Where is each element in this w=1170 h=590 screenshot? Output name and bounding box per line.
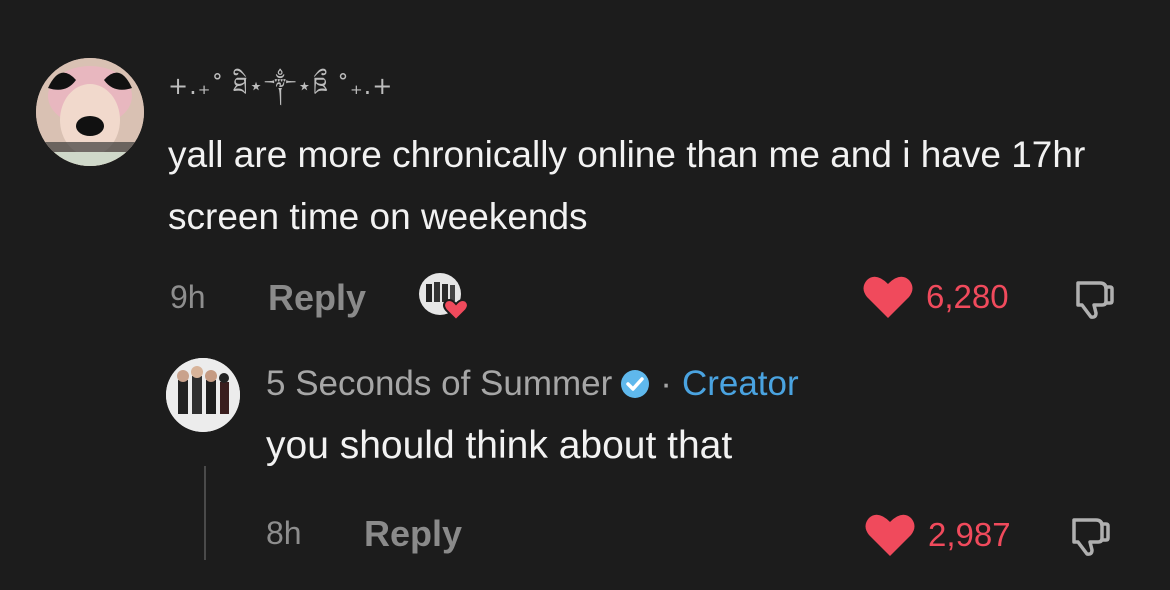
thumbs-down-icon <box>1076 281 1114 319</box>
reply-like-button[interactable]: 2,987 <box>864 512 1011 558</box>
heart-icon <box>443 299 469 322</box>
like-count: 6,280 <box>926 278 1009 315</box>
reply-header: 5 Seconds of Summer · Creator <box>266 364 799 404</box>
creator-username[interactable]: 5 Seconds of Summer <box>266 364 612 404</box>
like-button[interactable]: 6,280 <box>862 274 1009 320</box>
reply-button[interactable]: Reply <box>268 277 366 319</box>
separator-dot: · <box>660 364 672 403</box>
comment-timestamp: 9h <box>170 279 206 315</box>
creator-avatar-small-icon <box>419 273 469 322</box>
reply-reply-button[interactable]: Reply <box>364 513 462 555</box>
heart-icon <box>865 514 915 556</box>
reply-text: you should think about that <box>266 424 733 467</box>
reply-like-count: 2,987 <box>928 516 1011 553</box>
heart-icon <box>863 276 913 318</box>
verified-badge-icon <box>621 370 650 398</box>
thread-line <box>204 466 206 560</box>
creator-liked-indicator <box>418 272 469 322</box>
commenter-avatar[interactable] <box>36 58 144 166</box>
commenter-username[interactable]: +.₊˚ ཐི⋆༒⋆ཋྀ ˚₊.+ <box>168 60 393 127</box>
comment-text: yall are more chronically online than me… <box>168 134 1086 237</box>
comment: +.₊˚ ཐི⋆༒⋆ཋྀ ˚₊.+ yall are more chronica… <box>0 0 1170 340</box>
dislike-button[interactable] <box>1072 277 1116 321</box>
reply-timestamp: 8h <box>266 515 302 551</box>
avatar-image <box>166 358 240 432</box>
avatar-image <box>36 58 144 166</box>
reply-dislike-button[interactable] <box>1068 514 1112 558</box>
creator-avatar[interactable] <box>166 358 240 432</box>
thumbs-down-icon <box>1072 518 1110 556</box>
creator-badge: Creator <box>681 364 799 403</box>
